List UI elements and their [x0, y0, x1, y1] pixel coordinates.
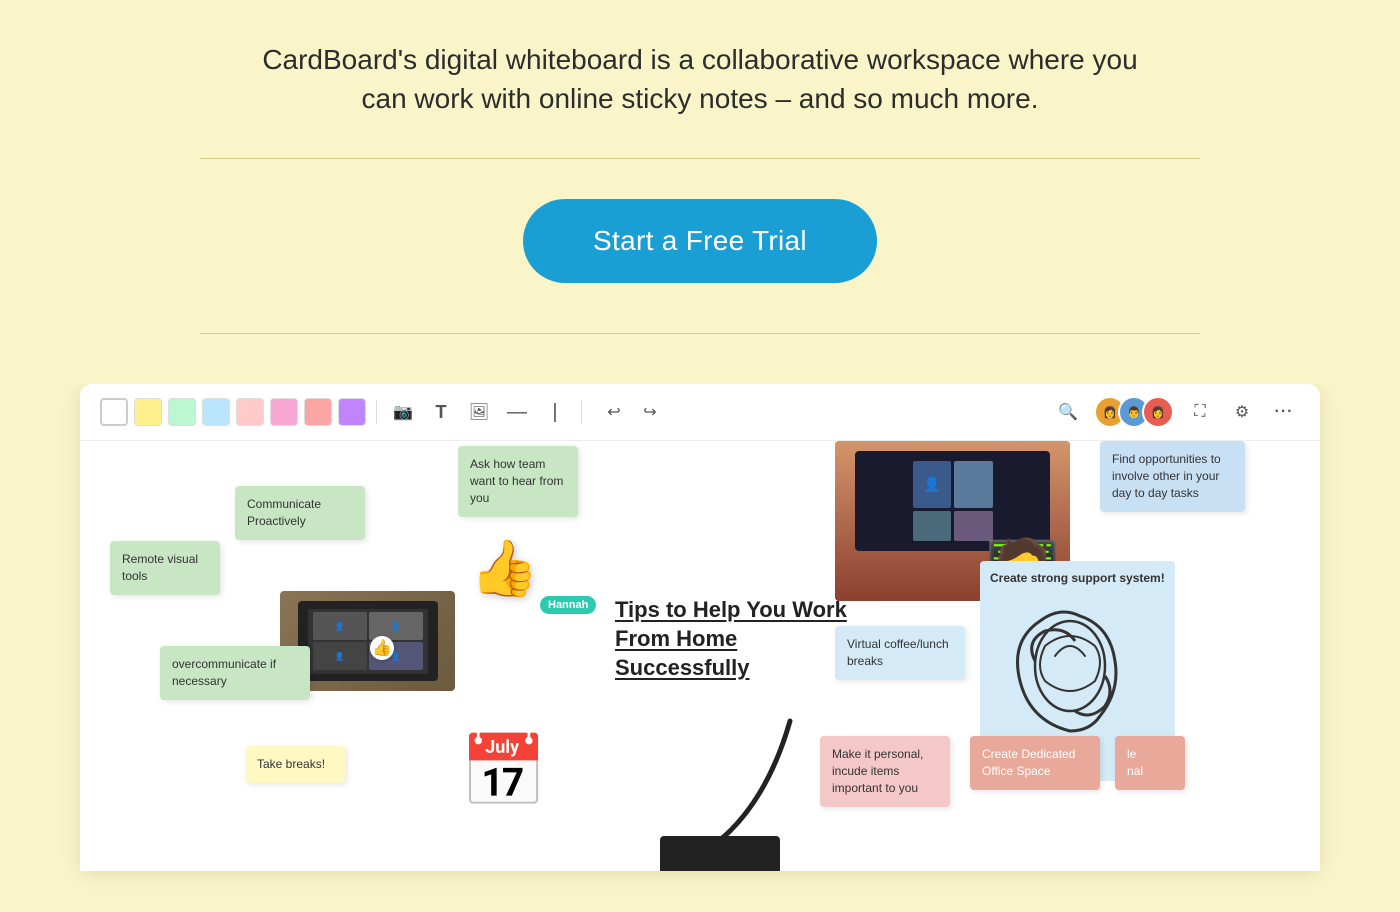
sticky-note-overcommunicate[interactable]: overcommunicate if necessary: [160, 646, 310, 700]
image-tool-button[interactable]: 🖼: [463, 396, 495, 428]
avatar-group: 👩 👨 👩: [1094, 396, 1174, 428]
toolbar-left: 📷 T 🖼 — | ↩ ↪: [100, 396, 666, 428]
arm-flex-drawing: [990, 591, 1150, 741]
color-swatch-white[interactable]: [100, 398, 128, 426]
toolbar: 📷 T 🖼 — | ↩ ↪ 🔍 👩 👨 👩 ⛶ ⚙ ··: [80, 384, 1320, 441]
sticky-note-virtual-coffee[interactable]: Virtual coffee/lunch breaks: [835, 626, 965, 680]
color-swatch-peach[interactable]: [236, 398, 264, 426]
redo-button[interactable]: ↪: [634, 396, 666, 428]
sticky-note-communicate[interactable]: Communicate Proactively: [235, 486, 365, 540]
person-tag-hannah: Hannah: [540, 596, 596, 614]
start-free-trial-button[interactable]: Start a Free Trial: [523, 199, 877, 283]
sticky-note-take-breaks[interactable]: Take breaks!: [245, 746, 345, 783]
canvas-area[interactable]: Remote visual tools Communicate Proactiv…: [80, 441, 1320, 871]
divider-top: [200, 158, 1200, 159]
divider-bottom: [200, 333, 1200, 334]
separator-1: [376, 400, 377, 424]
undo-button[interactable]: ↩: [598, 396, 630, 428]
toolbar-right: 🔍 👩 👨 👩 ⛶ ⚙ ···: [1052, 396, 1300, 428]
line-tool-button[interactable]: —: [501, 396, 533, 428]
hero-description: CardBoard's digital whiteboard is a coll…: [250, 40, 1150, 118]
sticky-note-ask-how[interactable]: Ask how team want to hear from you: [458, 446, 578, 516]
color-swatch-red[interactable]: [304, 398, 332, 426]
sticky-note-partial-right[interactable]: lenal: [1115, 736, 1185, 790]
thumbs-up-laptop: 👍: [370, 636, 394, 660]
color-swatch-pink[interactable]: [270, 398, 298, 426]
undo-redo-group: ↩ ↪: [598, 396, 666, 428]
calendar-icon: 📅: [460, 731, 547, 813]
color-swatch-green[interactable]: [168, 398, 196, 426]
more-options-button[interactable]: ···: [1268, 396, 1300, 428]
search-button[interactable]: 🔍: [1052, 396, 1084, 428]
sticky-note-make-personal[interactable]: Make it personal, incude items important…: [820, 736, 950, 806]
avatar-3: 👩: [1142, 396, 1174, 428]
photo-tool-button[interactable]: 📷: [387, 396, 419, 428]
large-thumbs-up-icon: 👍: [470, 536, 538, 601]
fullscreen-button[interactable]: ⛶: [1184, 396, 1216, 428]
hero-section: CardBoard's digital whiteboard is a coll…: [0, 0, 1400, 384]
color-swatch-yellow[interactable]: [134, 398, 162, 426]
sticky-note-remote[interactable]: Remote visual tools: [110, 541, 220, 595]
sticky-note-create-office[interactable]: Create Dedicated Office Space: [970, 736, 1100, 790]
color-swatch-blue[interactable]: [202, 398, 230, 426]
divider-tool-button[interactable]: |: [539, 396, 571, 428]
settings-button[interactable]: ⚙: [1226, 396, 1258, 428]
whiteboard-section: 📷 T 🖼 — | ↩ ↪ 🔍 👩 👨 👩 ⛶ ⚙ ··: [80, 384, 1320, 871]
sticky-note-find-opps[interactable]: Find opportunities to involve other in y…: [1100, 441, 1245, 511]
separator-2: [581, 400, 582, 424]
text-tool-button[interactable]: T: [425, 396, 457, 428]
color-swatch-purple[interactable]: [338, 398, 366, 426]
drawing-card-title: Create strong support system!: [990, 571, 1165, 585]
dark-bar: [660, 836, 780, 871]
